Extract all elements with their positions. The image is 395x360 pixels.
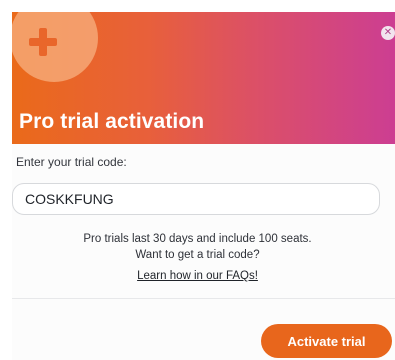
trial-code-input[interactable] <box>13 184 379 214</box>
close-icon[interactable]: ✕ <box>381 26 395 40</box>
trial-code-field[interactable] <box>12 183 380 215</box>
plus-icon <box>29 28 57 56</box>
activate-trial-button[interactable]: Activate trial <box>261 324 392 358</box>
dialog-title: Pro trial activation <box>19 110 205 133</box>
trial-info-text: Pro trials last 30 days and include 100 … <box>0 231 395 263</box>
trial-info-line-1: Pro trials last 30 days and include 100 … <box>83 233 312 245</box>
divider <box>12 298 395 299</box>
trial-info-line-2: Want to get a trial code? <box>135 249 260 261</box>
faq-link[interactable]: Learn how in our FAQs! <box>0 270 395 282</box>
trial-code-label: Enter your trial code: <box>16 155 127 169</box>
dialog-header: Pro trial activation <box>12 12 395 144</box>
